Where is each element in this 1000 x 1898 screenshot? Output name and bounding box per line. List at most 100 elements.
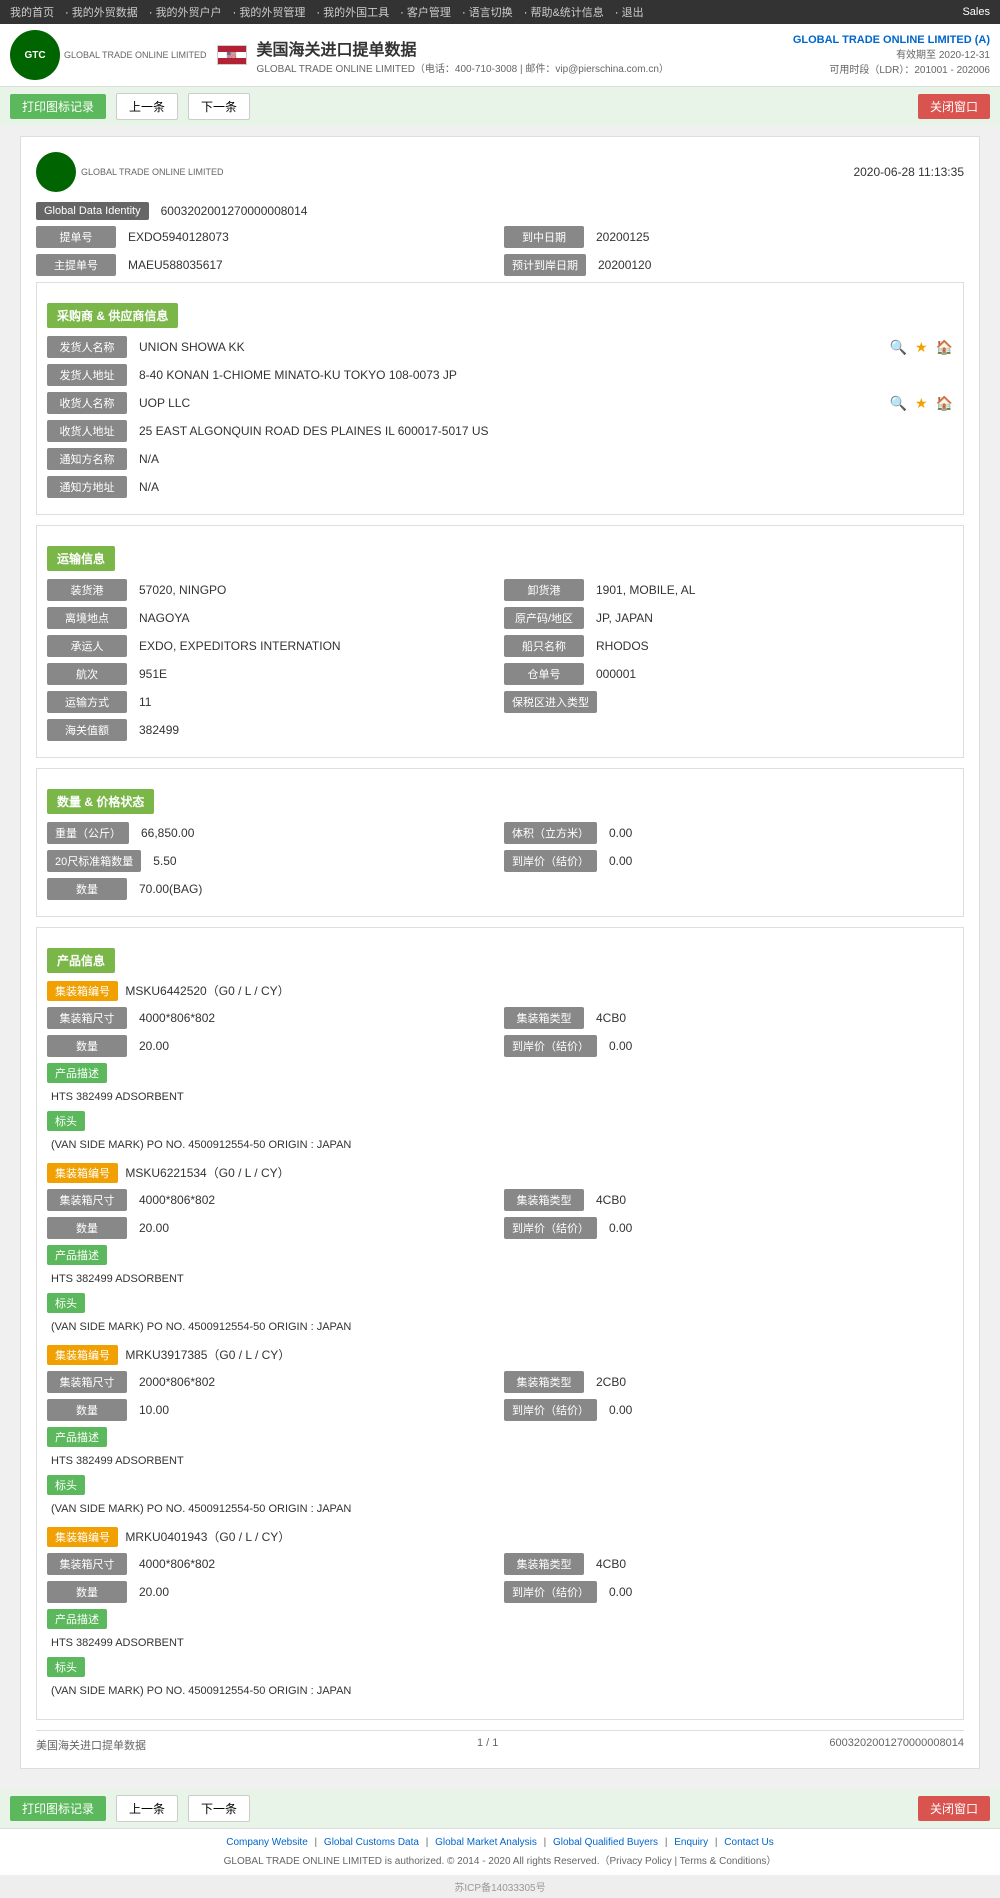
right-company-name: GLOBAL TRADE ONLINE LIMITED (A) — [793, 34, 990, 46]
vessel-name-group: 船只名称 RHODOS — [504, 635, 953, 657]
top-nav: 我的首页 · 我的外贸数据 · 我的外贸户户 · 我的外贸管理 · 我的外国工具… — [0, 0, 1000, 24]
desc-text-0: HTS 382499 ADSORBENT — [47, 1091, 953, 1103]
card-datetime: 2020-06-28 11:13:35 — [853, 165, 964, 179]
nav-lang[interactable]: 语言切换 — [469, 7, 513, 19]
size-value-2: 2000*806*802 — [135, 1373, 496, 1391]
qty-value-3: 20.00 — [135, 1583, 496, 1601]
quantity-label: 数量 — [47, 878, 127, 900]
forwarder-row: 承运人 EXDO, EXPEDITORS INTERNATION 船只名称 RH… — [47, 635, 953, 657]
consignee-star-icon[interactable]: ★ — [915, 395, 928, 412]
discharge-port-label: 卸货港 — [504, 579, 584, 601]
prev-button-top[interactable]: 上一条 — [116, 93, 178, 120]
size-group-3: 集装箱尺寸 4000*806*802 — [47, 1553, 496, 1575]
print-button-bottom[interactable]: 打印图标记录 — [10, 1796, 106, 1821]
consignee-home-icon[interactable]: 🏠 — [936, 395, 953, 412]
planned-arrival-value: 20200120 — [594, 256, 964, 274]
print-button-top[interactable]: 打印图标记录 — [10, 94, 106, 119]
global-identity-value: 6003202001270000008014 — [157, 202, 964, 220]
unit-price-group: 到岸价（结价） 0.00 — [504, 850, 953, 872]
container20-row: 20尺标准箱数量 5.50 到岸价（结价） 0.00 — [47, 850, 953, 872]
footer-link-market[interactable]: Global Market Analysis — [435, 1837, 537, 1848]
nav-export-data[interactable]: 我的外贸数据 — [72, 7, 138, 19]
close-button-top[interactable]: 关闭窗口 — [918, 94, 990, 119]
product-section-header: 产品信息 — [47, 948, 115, 973]
master-bill-row: 主提单号 MAEU588035617 预计到岸日期 20200120 — [36, 254, 964, 276]
customs-value-row: 海关值额 382499 — [47, 719, 953, 741]
type-group-3: 集装箱类型 4CB0 — [504, 1553, 953, 1575]
container-no-value-3: MRKU0401943（G0 / L / CY） — [121, 1528, 294, 1546]
price-label-1: 到岸价（结价） — [504, 1217, 597, 1239]
shipper-search-icon[interactable]: 🔍 — [890, 339, 907, 356]
close-button-bottom[interactable]: 关闭窗口 — [918, 1796, 990, 1821]
type-group-2: 集装箱类型 2CB0 — [504, 1371, 953, 1393]
main-content: GLOBAL TRADE ONLINE LIMITED 2020-06-28 1… — [0, 126, 1000, 1789]
nav-export-account[interactable]: 我的外贸户户 — [156, 7, 222, 19]
size-label-1: 集装箱尺寸 — [47, 1189, 127, 1211]
weight-group: 重量（公斤） 66,850.00 — [47, 822, 496, 844]
voyage-group: 航次 951E — [47, 663, 496, 685]
arrival-date-value: 20200125 — [592, 228, 964, 246]
container-size-row-1: 集装箱尺寸 4000*806*802 集装箱类型 4CB0 — [47, 1189, 953, 1211]
planned-arrival-group: 预计到岸日期 20200120 — [504, 254, 964, 276]
company-info: GLOBAL TRADE ONLINE LIMITED（电话：400-710-3… — [257, 60, 669, 75]
transport-mode-label: 运输方式 — [47, 691, 127, 713]
next-button-top[interactable]: 下一条 — [188, 93, 250, 120]
nav-client-mgmt[interactable]: 客户管理 — [407, 7, 451, 19]
nav-help[interactable]: 帮助&统计信息 — [530, 7, 603, 19]
master-bill-value: MAEU588035617 — [124, 256, 496, 274]
footer-link-buyers[interactable]: Global Qualified Buyers — [553, 1837, 658, 1848]
shipper-name-label: 发货人名称 — [47, 336, 127, 358]
shipper-name-value: UNION SHOWA KK — [135, 338, 882, 356]
desc-text-3: HTS 382499 ADSORBENT — [47, 1637, 953, 1649]
weight-value: 66,850.00 — [137, 824, 496, 842]
transport-mode-group: 运输方式 11 — [47, 691, 496, 713]
weight-label: 重量（公斤） — [47, 822, 129, 844]
voyage-row: 航次 951E 仓单号 000001 — [47, 663, 953, 685]
type-value-0: 4CB0 — [592, 1009, 953, 1027]
bill-no-group: 提单号 EXDO5940128073 — [36, 226, 496, 248]
qty-group-1: 数量 20.00 — [47, 1217, 496, 1239]
notify-addr-value: N/A — [135, 478, 953, 496]
container-badge-1: 集装箱编号 — [47, 1163, 118, 1183]
footer-links[interactable]: Company Website | Global Customs Data | … — [8, 1837, 992, 1848]
valid-date: 有效期至 2020-12-31 — [793, 46, 990, 61]
shipper-star-icon[interactable]: ★ — [915, 339, 928, 356]
consignee-addr-value: 25 EAST ALGONQUIN ROAD DES PLAINES IL 60… — [135, 422, 953, 440]
consignee-search-icon[interactable]: 🔍 — [890, 395, 907, 412]
footer-link-company[interactable]: Company Website — [226, 1837, 308, 1848]
container-item-3: 集装箱编号 MRKU0401943（G0 / L / CY） 集装箱尺寸 400… — [47, 1527, 953, 1697]
us-flag: 🇺🇸 — [217, 45, 247, 65]
logo-tagline: GLOBAL TRADE ONLINE LIMITED — [64, 50, 207, 60]
size-label-3: 集装箱尺寸 — [47, 1553, 127, 1575]
departure-group: 离境地点 NAGOYA — [47, 607, 496, 629]
volume-label: 体积（立方米） — [504, 822, 597, 844]
voyage-value: 951E — [135, 665, 496, 683]
arrival-date-label: 到中日期 — [504, 226, 584, 248]
shipper-name-row: 发货人名称 UNION SHOWA KK 🔍 ★ 🏠 — [47, 336, 953, 358]
nav-links[interactable]: 我的首页 · 我的外贸数据 · 我的外贸户户 · 我的外贸管理 · 我的外国工具… — [10, 4, 652, 20]
transport-section-header: 运输信息 — [47, 546, 115, 571]
voyage-label: 航次 — [47, 663, 127, 685]
type-label-2: 集装箱类型 — [504, 1371, 584, 1393]
nav-home[interactable]: 我的首页 — [10, 7, 54, 19]
footer-link-enquiry[interactable]: Enquiry — [674, 1837, 708, 1848]
master-bill-label: 主提单号 — [36, 254, 116, 276]
shipper-section-header: 采购商 & 供应商信息 — [47, 303, 178, 328]
footer-record-id: 6003202001270000008014 — [829, 1737, 964, 1753]
nav-logout[interactable]: 退出 — [622, 7, 644, 19]
mark-badge-0: 标头 — [47, 1111, 85, 1131]
arrival-date-group: 到中日期 20200125 — [504, 226, 964, 248]
prev-button-bottom[interactable]: 上一条 — [116, 1795, 178, 1822]
port-row: 装货港 57020, NINGPO 卸货港 1901, MOBILE, AL — [47, 579, 953, 601]
nav-export-mgmt[interactable]: 我的外贸管理 — [239, 7, 305, 19]
price-label-0: 到岸价（结价） — [504, 1035, 597, 1057]
footer-link-customs[interactable]: Global Customs Data — [324, 1837, 419, 1848]
price-value-1: 0.00 — [605, 1219, 953, 1237]
footer-link-contact[interactable]: Contact Us — [724, 1837, 773, 1848]
header: GTC GLOBAL TRADE ONLINE LIMITED 🇺🇸 美国海关进… — [0, 24, 1000, 87]
mark-text-2: (VAN SIDE MARK) PO NO. 4500912554-50 ORI… — [47, 1503, 953, 1515]
size-value-1: 4000*806*802 — [135, 1191, 496, 1209]
nav-export-tool[interactable]: 我的外国工具 — [323, 7, 389, 19]
shipper-home-icon[interactable]: 🏠 — [936, 339, 953, 356]
next-button-bottom[interactable]: 下一条 — [188, 1795, 250, 1822]
